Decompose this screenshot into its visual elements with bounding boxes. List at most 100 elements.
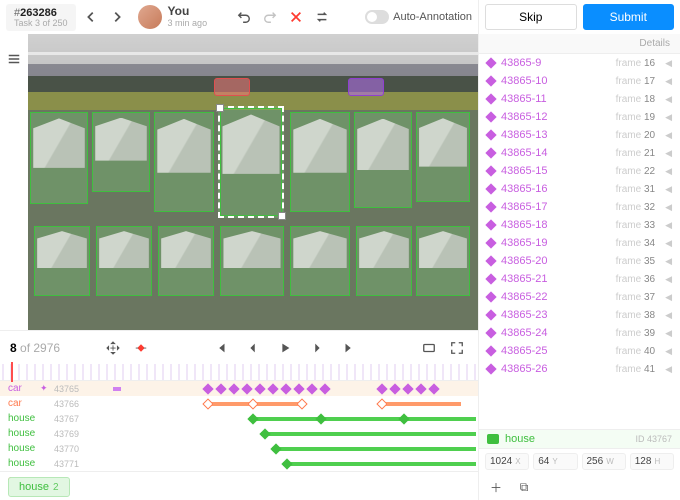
object-list[interactable]: 43865-9frame 16◀43865-10frame 17◀43865-1… <box>479 54 680 429</box>
object-id: 43865-26 <box>501 363 610 375</box>
prev-frame-button[interactable] <box>242 337 264 359</box>
object-row[interactable]: 43865-13frame 20◀ <box>479 126 680 144</box>
object-frame: frame 36 <box>616 274 655 285</box>
chevron-left-icon: ◀ <box>665 364 672 375</box>
object-row[interactable]: 43865-15frame 22◀ <box>479 162 680 180</box>
delete-button[interactable] <box>285 6 307 28</box>
diamond-icon <box>485 255 496 266</box>
annotation-car-purple[interactable] <box>348 78 384 96</box>
object-row[interactable]: 43865-19frame 34◀ <box>479 234 680 252</box>
play-button[interactable] <box>274 337 296 359</box>
track-id: 43766 <box>54 399 98 409</box>
object-row[interactable]: 43865-9frame 16◀ <box>479 54 680 72</box>
chevron-left-icon: ◀ <box>665 148 672 159</box>
selection-actions: ＋ ⧉ <box>479 474 680 500</box>
object-row[interactable]: 43865-20frame 35◀ <box>479 252 680 270</box>
frame-scrubber[interactable] <box>2 364 476 380</box>
object-row[interactable]: 43865-12frame 19◀ <box>479 108 680 126</box>
chevron-left-icon: ◀ <box>665 220 672 231</box>
first-frame-button[interactable] <box>210 337 232 359</box>
object-row[interactable]: 43865-11frame 18◀ <box>479 90 680 108</box>
diamond-icon <box>485 273 496 284</box>
annotation-house[interactable] <box>92 112 150 192</box>
object-row[interactable]: 43865-14frame 21◀ <box>479 144 680 162</box>
annotation-car-pink[interactable] <box>214 78 250 96</box>
timeline-track[interactable]: house43767 <box>0 411 478 426</box>
timeline-track[interactable]: house43771 <box>0 456 478 471</box>
annotation-house[interactable] <box>154 112 214 212</box>
object-id: 43865-11 <box>501 93 610 105</box>
sidebar-toggle[interactable] <box>0 34 28 330</box>
diamond-icon <box>485 165 496 176</box>
annotation-house[interactable] <box>416 226 470 296</box>
annotation-house[interactable] <box>354 112 412 208</box>
object-id: 43865-16 <box>501 183 610 195</box>
object-row[interactable]: 43865-18frame 33◀ <box>479 216 680 234</box>
coord-w[interactable]: 256W <box>582 453 626 470</box>
object-row[interactable]: 43865-10frame 17◀ <box>479 72 680 90</box>
annotation-house[interactable] <box>290 226 350 296</box>
zoom-in-icon[interactable]: ＋ <box>485 476 507 498</box>
avatar <box>138 5 162 29</box>
selection-id: ID 43767 <box>635 434 672 444</box>
prev-task-button[interactable] <box>80 6 102 28</box>
annotation-house[interactable] <box>96 226 152 296</box>
object-id: 43865-14 <box>501 147 610 159</box>
chevron-left-icon: ◀ <box>665 76 672 87</box>
timeline-track[interactable]: car✦43765 <box>0 381 478 396</box>
object-row[interactable]: 43865-22frame 37◀ <box>479 288 680 306</box>
coord-y[interactable]: 64Y <box>533 453 577 470</box>
annotation-house[interactable] <box>416 112 470 202</box>
annotation-house[interactable] <box>290 112 350 212</box>
copy-icon[interactable]: ⧉ <box>513 476 535 498</box>
object-row[interactable]: 43865-24frame 39◀ <box>479 324 680 342</box>
object-id: 43865-24 <box>501 327 610 339</box>
annotation-house[interactable] <box>220 226 284 296</box>
timeline-tracks: car✦43765car43766house43767house43769hou… <box>0 380 478 471</box>
skip-button[interactable]: Skip <box>485 4 577 30</box>
coord-x[interactable]: 1024X <box>485 453 529 470</box>
annotation-house[interactable] <box>30 112 88 204</box>
timeline-track[interactable]: car43766 <box>0 396 478 411</box>
fullscreen-button[interactable] <box>446 337 468 359</box>
annotation-house-selected[interactable] <box>218 106 284 218</box>
diamond-icon <box>485 75 496 86</box>
undo-button[interactable] <box>233 6 255 28</box>
playhead[interactable] <box>11 362 13 382</box>
details-header: Details <box>479 34 680 54</box>
chevron-left-icon: ◀ <box>665 94 672 105</box>
aspect-button[interactable] <box>418 337 440 359</box>
object-row[interactable]: 43865-26 frame 41 ◀ <box>479 360 680 378</box>
object-row[interactable]: 43865-17frame 32◀ <box>479 198 680 216</box>
next-frame-button[interactable] <box>306 337 328 359</box>
chevron-left-icon: ◀ <box>665 112 672 123</box>
annotation-house[interactable] <box>158 226 214 296</box>
image-canvas[interactable] <box>28 34 478 330</box>
timeline-track[interactable]: house43769 <box>0 426 478 441</box>
diamond-icon <box>485 345 496 356</box>
object-row[interactable]: 43865-25frame 40◀ <box>479 342 680 360</box>
annotation-house[interactable] <box>356 226 412 296</box>
chip-house[interactable]: house2 <box>8 477 70 497</box>
last-frame-button[interactable] <box>338 337 360 359</box>
keyframe-tool-button[interactable] <box>130 337 152 359</box>
object-frame: frame 41 <box>616 364 655 375</box>
redo-button[interactable] <box>259 6 281 28</box>
object-row[interactable]: 43865-23frame 38◀ <box>479 306 680 324</box>
track-id: 43765 <box>54 384 98 394</box>
object-id: 43865-13 <box>501 129 610 141</box>
object-frame: frame 37 <box>616 292 655 303</box>
chevron-left-icon: ◀ <box>665 130 672 141</box>
coord-h[interactable]: 128H <box>630 453 674 470</box>
next-task-button[interactable] <box>106 6 128 28</box>
top-toolbar: #263286 Task 3 of 250 You 3 min ago Auto… <box>0 0 478 34</box>
swap-button[interactable] <box>311 6 333 28</box>
move-tool-button[interactable] <box>102 337 124 359</box>
object-row[interactable]: 43865-21frame 36◀ <box>479 270 680 288</box>
annotation-house[interactable] <box>34 226 90 296</box>
object-id: 43865-10 <box>501 75 610 87</box>
object-row[interactable]: 43865-16frame 31◀ <box>479 180 680 198</box>
auto-annotation-toggle[interactable] <box>365 10 389 24</box>
submit-button[interactable]: Submit <box>583 4 675 30</box>
timeline-track[interactable]: house43770 <box>0 441 478 456</box>
